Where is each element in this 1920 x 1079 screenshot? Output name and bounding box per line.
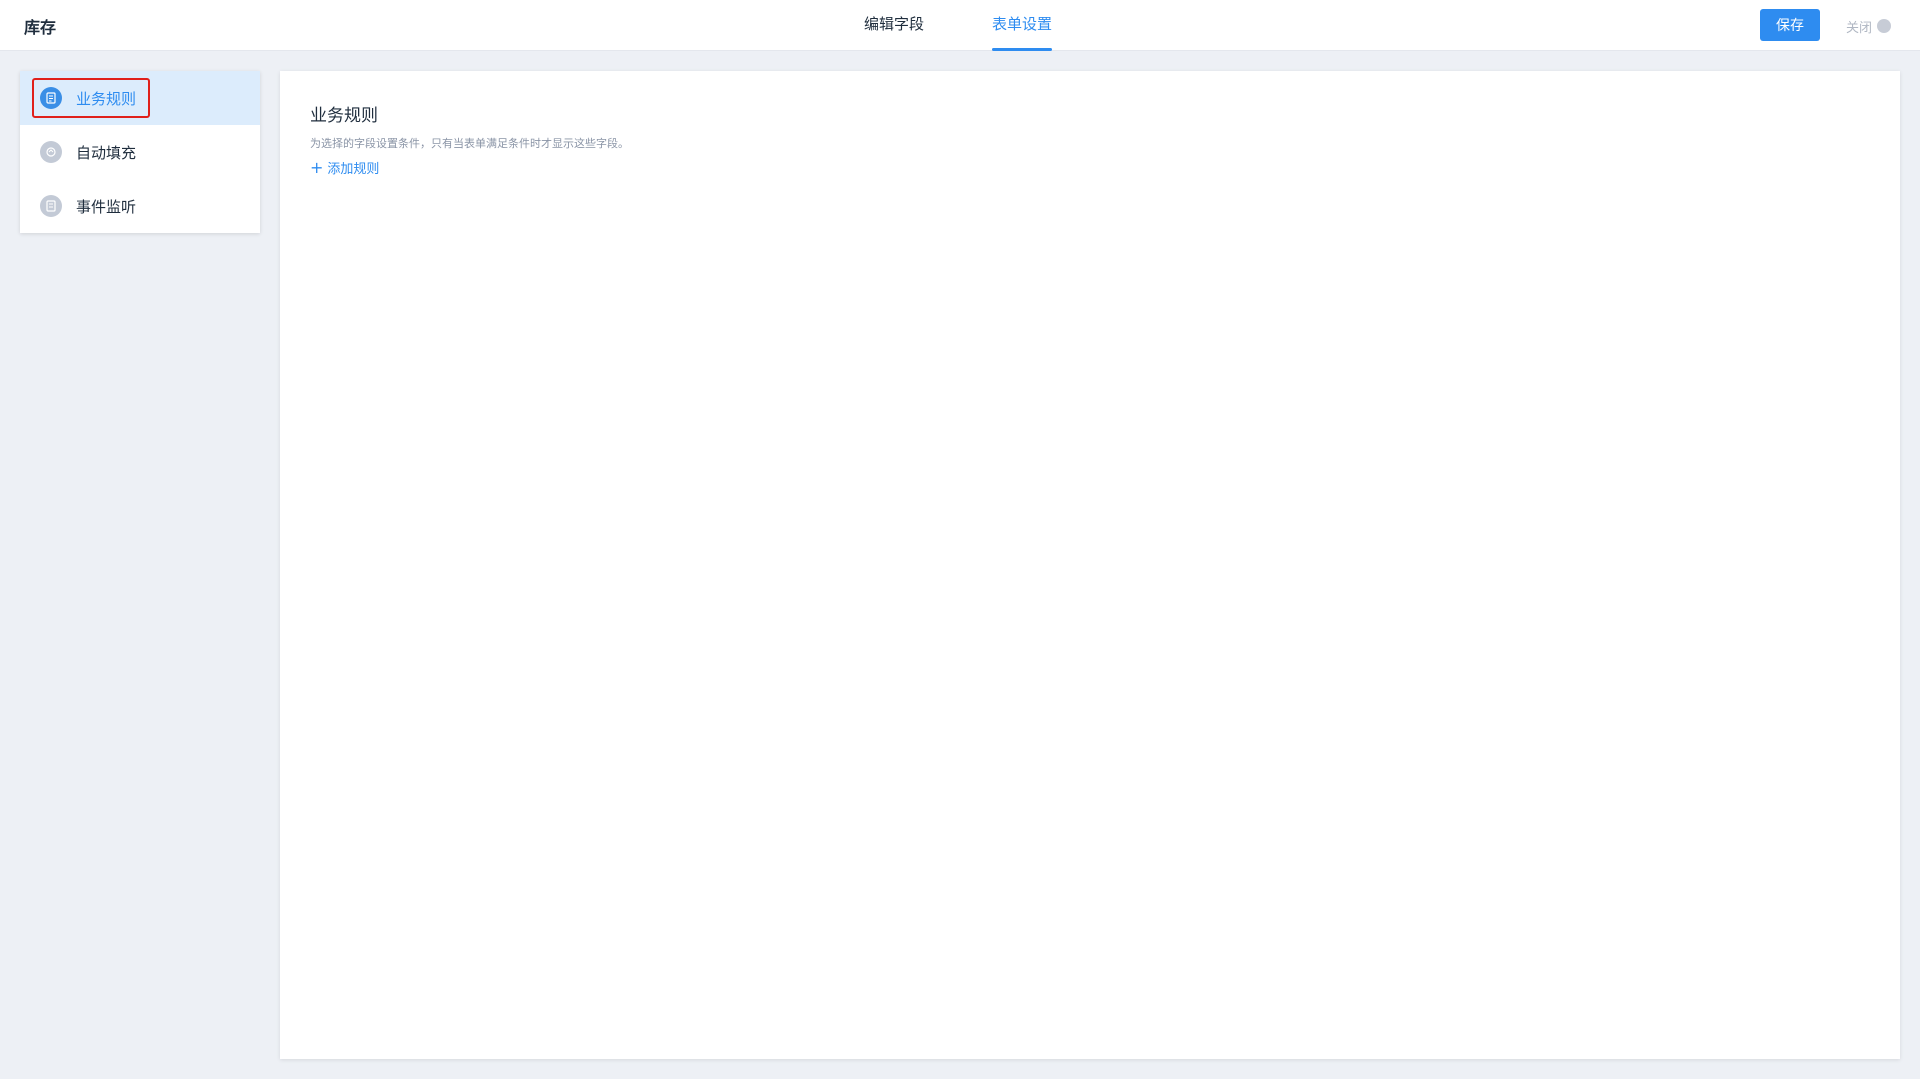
sidebar-item-label: 业务规则 — [76, 89, 137, 108]
sidebar-item-label: 事件监听 — [76, 197, 137, 216]
sidebar-item-label: 自动填充 — [76, 143, 137, 162]
tab-form-settings[interactable]: 表单设置 — [992, 0, 1053, 51]
main-panel: 业务规则 为选择的字段设置条件，只有当表单满足条件时才显示这些字段。 + 添加规… — [280, 71, 1900, 1059]
add-rule-button[interactable]: + 添加规则 — [310, 158, 379, 177]
rule-icon — [40, 87, 62, 109]
plus-icon: + — [310, 157, 324, 177]
autofill-icon — [40, 141, 62, 163]
tab-bar: 编辑字段 表单设置 — [0, 0, 1920, 51]
sidebar-item-business-rules[interactable]: 业务规则 — [20, 71, 260, 125]
close-icon — [1877, 19, 1892, 33]
save-button[interactable]: 保存 — [1760, 9, 1820, 41]
top-bar: 库存 编辑字段 表单设置 保存 关闭 — [0, 0, 1920, 51]
section-title: 业务规则 — [310, 106, 378, 126]
sidebar-item-event-listener[interactable]: 事件监听 — [20, 179, 260, 233]
add-rule-label: 添加规则 — [327, 162, 380, 177]
event-icon — [40, 195, 62, 217]
tab-edit-fields[interactable]: 编辑字段 — [864, 0, 924, 51]
sidebar: 业务规则 自动填充 事件监听 — [20, 71, 260, 233]
close-label: 关闭 — [1846, 20, 1873, 36]
close-button[interactable]: 关闭 — [1846, 17, 1892, 36]
section-description: 为选择的字段设置条件，只有当表单满足条件时才显示这些字段。 — [310, 137, 629, 150]
sidebar-item-autofill[interactable]: 自动填充 — [20, 125, 260, 179]
